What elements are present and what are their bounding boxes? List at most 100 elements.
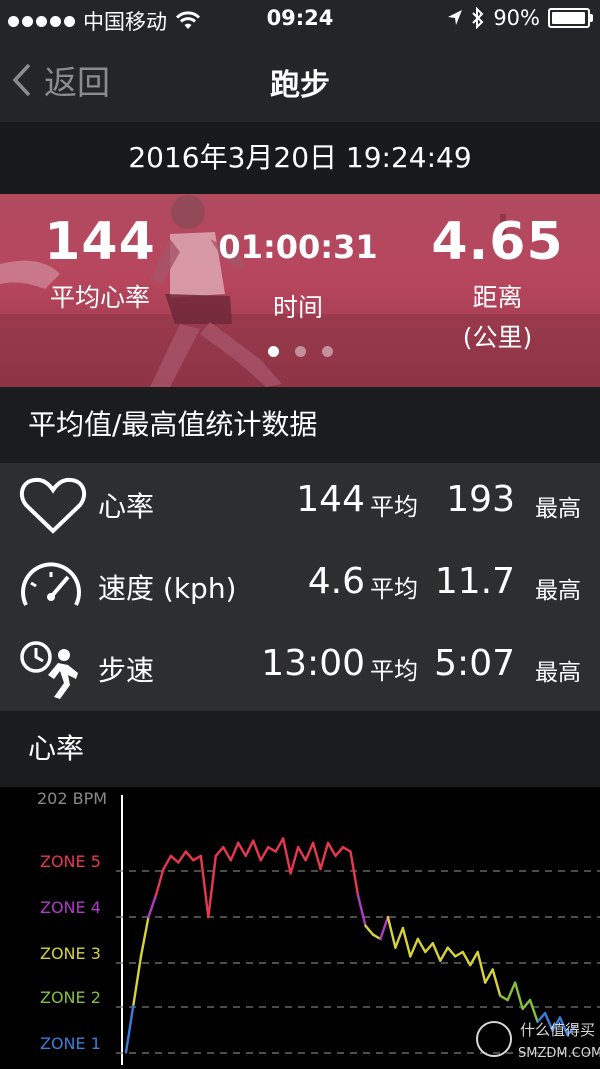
distance-label: 距离 [472,283,523,312]
battery-percent: 90% [493,6,540,30]
heart-rate-segment [274,837,285,853]
heart-rate-segment [266,846,277,853]
heart-rate-segment [169,854,180,864]
heart-rate-segment [319,841,330,871]
heart-rate-segment [244,839,255,858]
distance-value: 4.65 [431,212,564,272]
stats-row-pace: 步速 13:00 平均 5:07 最高 [0,627,600,709]
duration-summary: 01:00:31 时间 [218,228,378,324]
heart-rate-segment [184,850,195,862]
heart-rate-segment [296,846,307,862]
stat-name: 速度 (kph) [98,572,237,605]
heart-rate-segment [281,837,292,875]
heart-rate-segment [356,894,367,928]
heart-rate-segment [124,1003,135,1054]
heart-rate-segment [513,981,524,1010]
stat-max-value: 193 [446,479,515,520]
session-datetime: 2016年3月20日 19:24:49 [0,122,600,194]
heart-rate-segment [334,846,345,858]
stats-table: 心率 144 平均 193 最高 速度 (kph) 4.6 平均 11.7 最高… [0,463,600,711]
heart-rate-segment [416,937,427,954]
stat-avg-value: 13:00 [261,643,365,684]
heart-rate-segment [409,937,420,958]
heart-rate-segment [349,850,360,897]
heart-rate-segment [289,846,300,875]
heart-rate-segment [379,915,390,941]
stat-max-label: 最高 [535,660,581,686]
heart-rate-segment [439,946,449,962]
bluetooth-icon [472,7,484,29]
y-axis-max-label: 202 BPM [37,789,108,808]
stat-avg-value: 4.6 [307,561,365,602]
heart-rate-segment [311,841,322,871]
heart-icon [19,477,87,534]
heart-rate-segment [162,854,173,871]
status-bar: 中国移动 09:24 90% [0,0,600,38]
heart-rate-segment [326,841,337,858]
heart-rate-segment [229,841,240,862]
heart-rate-segment [199,854,210,919]
heart-rate-plot: ZONE 5 ZONE 4 ZONE 3 ZONE 2 ZONE 1 什么值得买 SMZDM… [40,795,600,1065]
stat-max-label: 最高 [535,496,581,522]
heart-rate-segment [207,854,218,919]
heart-rate-segment [506,981,517,1002]
heart-rate-segment [424,942,435,954]
avg-heart-rate-label: 平均心率 [49,283,150,312]
heart-rate-segment [394,926,405,949]
heart-rate-chart-title: 心率 [0,711,600,787]
stat-max-label: 最高 [535,578,581,604]
heart-rate-segment [528,998,539,1024]
heart-rate-segment [401,926,412,958]
avg-heart-rate-summary: 144 平均心率 [40,212,160,314]
distance-summary: 4.65 距离 (公里) [430,212,565,354]
stats-row-speed: 速度 (kph) 4.6 平均 11.7 最高 [0,545,600,627]
heart-rate-segment [491,968,502,997]
heart-rate-segment [252,839,262,862]
heart-rate-segment [237,841,247,858]
stat-avg-label: 平均 [370,493,418,521]
stats-section-title: 平均值/最高值统计数据 [0,387,600,463]
stat-name: 步速 [98,654,155,687]
heart-rate-segment [154,867,165,897]
summary-carousel[interactable]: 144 平均心率 01:00:31 时间 4.65 距离 (公里) [0,194,600,387]
heart-rate-segment [446,946,457,958]
page-dot-3[interactable] [321,346,333,357]
avg-heart-rate-value: 144 [44,212,156,272]
stats-row-heart-rate: 心率 144 平均 193 最高 [0,463,600,545]
page-dot-2[interactable] [294,346,306,357]
duration-value: 01:00:31 [218,228,378,266]
heart-rate-segment [214,846,225,858]
heart-rate-segment [222,846,232,862]
stat-name: 心率 [98,490,155,523]
zone-label: ZONE 3 [40,944,101,963]
navigation-bar: 返回 跑步 [0,38,600,122]
zone-label: ZONE 2 [40,988,101,1007]
heart-rate-segment [431,942,442,962]
heart-rate-chart: 202 BPM ZONE 5 ZONE 4 ZONE 3 ZONE 2 ZONE 1 什么… [0,787,600,1065]
zone-label: ZONE 5 [40,852,101,871]
page-indicator[interactable] [0,346,600,357]
stat-max-value: 5:07 [434,643,515,684]
watermark-url: SMZDM.COM [518,1046,600,1061]
heart-rate-segment [147,894,158,919]
heart-rate-segment [484,968,494,984]
location-arrow-icon [448,10,463,25]
stat-avg-label: 平均 [370,575,418,603]
heart-rate-segment [341,846,352,853]
heart-rate-segment [304,841,315,862]
stat-avg-value: 144 [296,479,365,520]
heart-rate-segment [454,950,464,958]
duration-label: 时间 [272,293,323,322]
heart-rate-segment [177,850,188,864]
heart-rate-segment [364,924,375,936]
zone-label: ZONE 4 [40,898,101,917]
heart-rate-segment [371,933,382,941]
battery-icon [548,8,593,28]
watermark-text: 什么值得买 [520,1021,595,1039]
heart-rate-segment [259,846,270,862]
stat-avg-label: 平均 [370,657,418,685]
heart-rate-segment [139,915,150,958]
heart-rate-segment [461,950,472,967]
page-dot-1[interactable] [267,346,279,357]
heart-rate-segment [476,950,487,984]
